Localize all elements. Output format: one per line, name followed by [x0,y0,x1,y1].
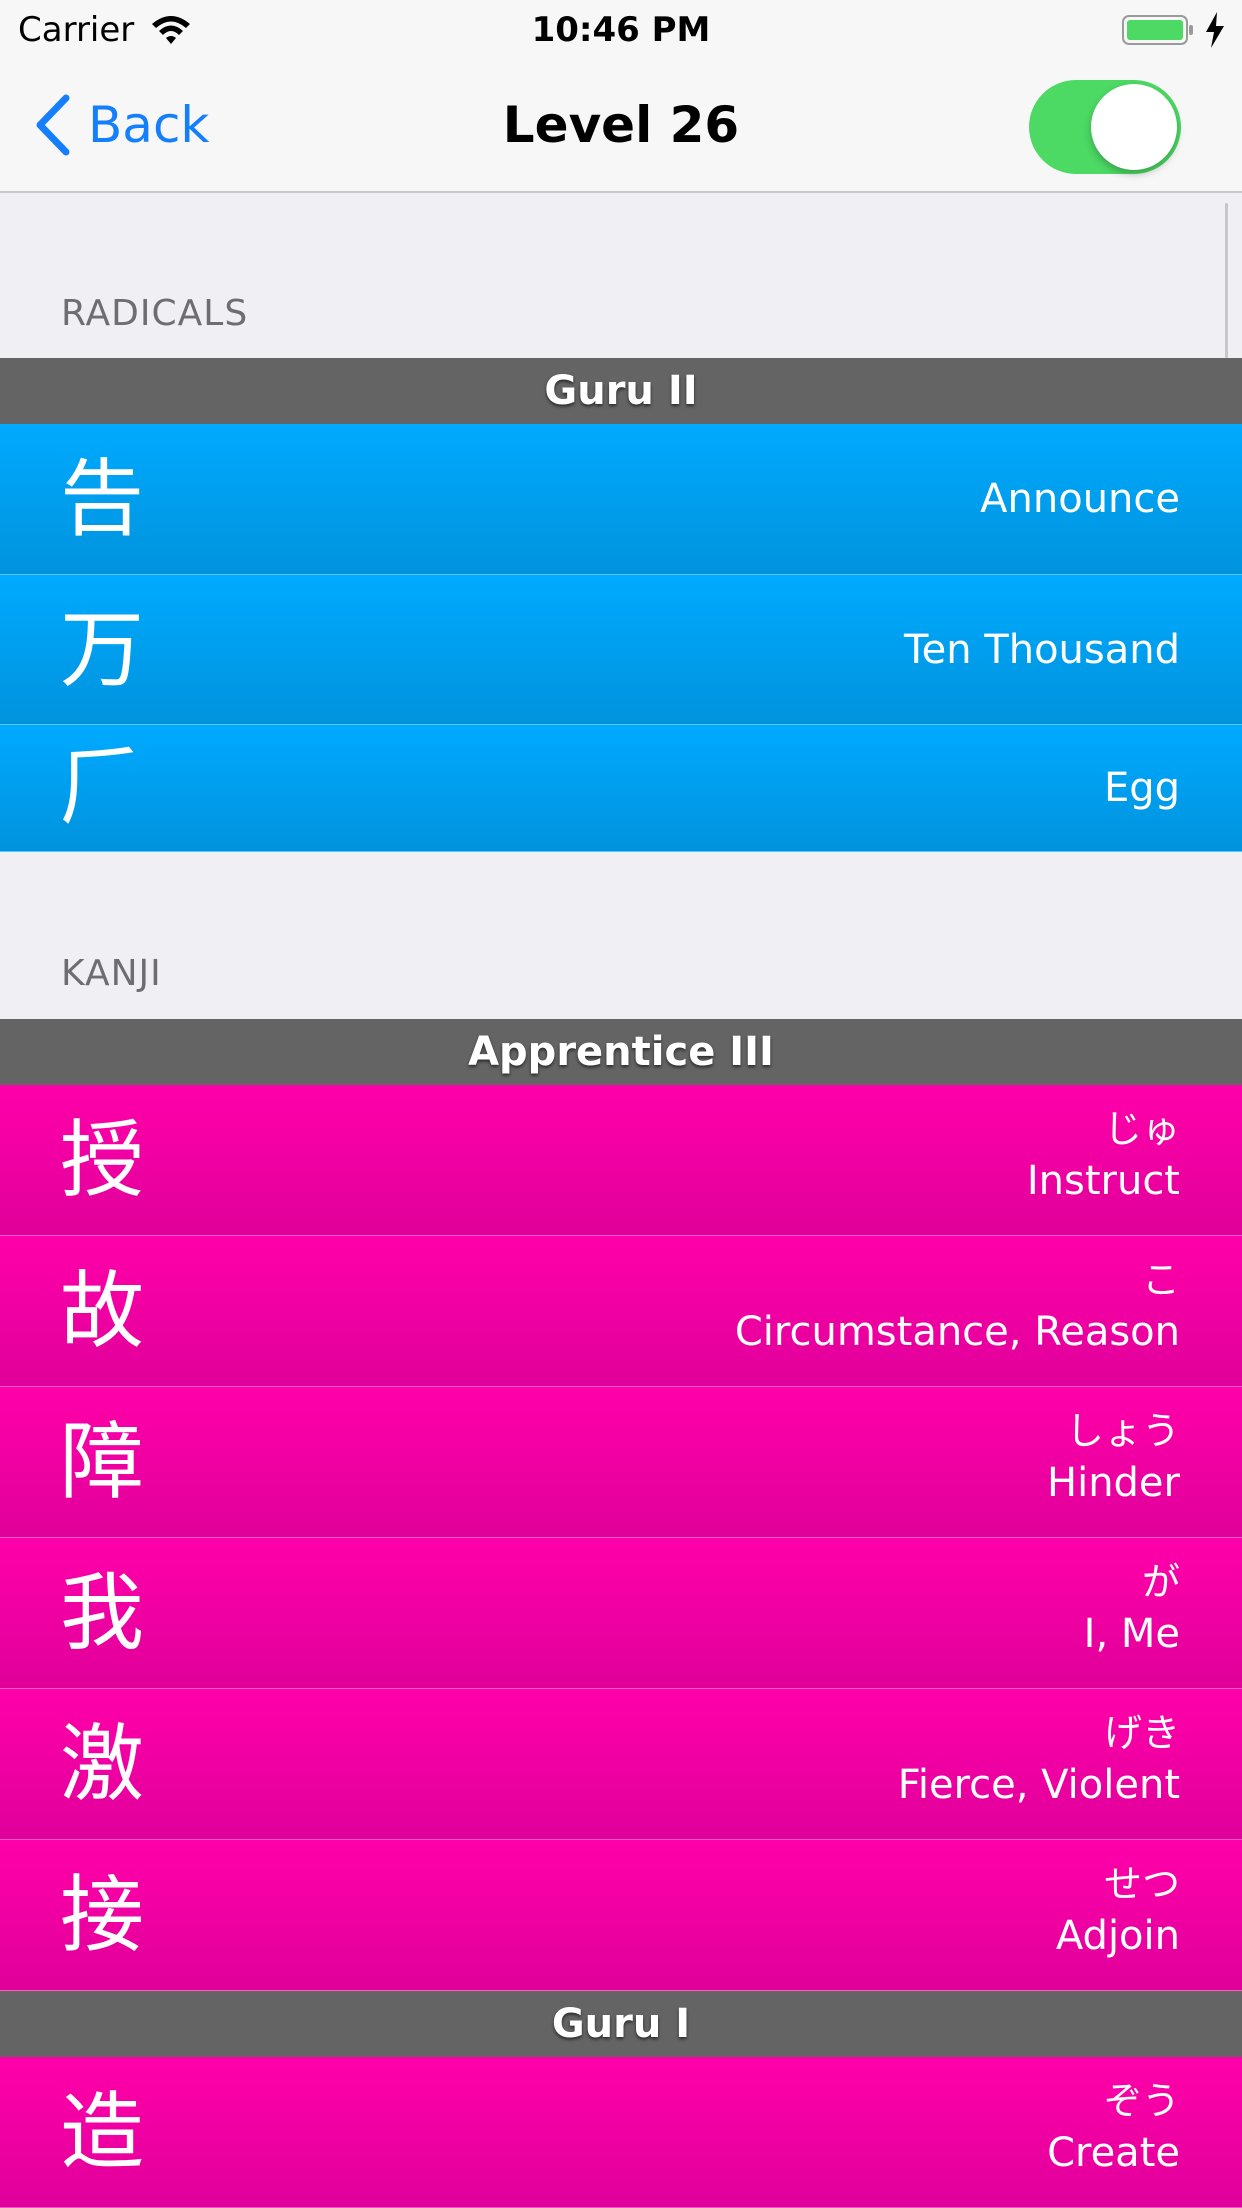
item-list[interactable]: RADICALS Guru II 告 Announce 万 Ten Thousa… [0,193,1242,2208]
kanji-character: 障 [60,1413,145,1511]
kanji-row[interactable]: 造 ぞう Create [0,2057,1242,2208]
kanji-character: 接 [60,1866,145,1964]
radical-meaning: Egg [1103,765,1180,811]
battery-icon [1122,15,1193,45]
section-header-radicals: RADICALS [61,293,249,334]
scroll-indicator [1225,203,1228,358]
back-label: Back [88,96,210,154]
radical-character: 万 [60,600,145,699]
kanji-row[interactable]: 我 が I, Me [0,1538,1242,1689]
kanji-reading: こ [1141,1258,1180,1302]
wifi-icon [152,16,190,44]
kanji-reading: しょう [1065,1409,1180,1453]
kanji-reading: げき [1103,1711,1180,1755]
kanji-meaning: Fierce, Violent [897,1762,1180,1808]
radical-row[interactable]: 告 Announce [0,424,1242,575]
radical-character: 告 [60,450,145,548]
radical-meaning: Ten Thousand [903,626,1180,673]
kanji-character: 故 [60,1262,145,1360]
kanji-reading: じゅ [1103,1107,1180,1151]
srs-header-kanji: Guru I [0,1991,1242,2057]
srs-header-radicals: Guru II [0,358,1242,424]
kanji-character: 授 [60,1111,145,1209]
radical-meaning: Announce [980,476,1180,522]
charging-bolt-icon [1206,12,1224,48]
kanji-row[interactable]: 激 げき Fierce, Violent [0,1689,1242,1840]
kanji-row[interactable]: 授 じゅ Instruct [0,1085,1242,1236]
kanji-row[interactable]: 故 こ Circumstance, Reason [0,1236,1242,1387]
back-button[interactable]: Back [34,90,209,160]
kanji-character: 激 [60,1715,145,1813]
kanji-character: 我 [60,1564,145,1662]
navigation-bar: Back Level 26 [0,60,1242,193]
kanji-character: 造 [60,2083,145,2181]
kanji-meaning: Hinder [1047,1460,1180,1506]
status-bar: Carrier 10:46 PM [0,0,1242,60]
radical-character: 𠂆 [60,739,145,837]
kanji-meaning: I, Me [1083,1611,1180,1657]
kanji-reading: ぞう [1103,2079,1180,2123]
kanji-meaning: Circumstance, Reason [734,1309,1180,1355]
kanji-row[interactable]: 障 しょう Hinder [0,1387,1242,1538]
carrier-label: Carrier [18,10,135,50]
radical-row[interactable]: 万 Ten Thousand [0,575,1242,725]
kanji-meaning: Create [1047,2130,1180,2176]
kanji-reading: が [1141,1560,1180,1604]
kanji-row[interactable]: 接 せつ Adjoin [0,1840,1242,1991]
srs-header-kanji: Apprentice III [0,1019,1242,1085]
kanji-meaning: Instruct [1026,1158,1180,1204]
show-toggle-switch[interactable] [1029,80,1181,174]
radical-row[interactable]: 𠂆 Egg [0,725,1242,852]
chevron-left-icon [36,94,70,156]
toggle-knob [1091,84,1177,170]
kanji-meaning: Adjoin [1055,1913,1180,1959]
kanji-reading: せつ [1103,1862,1180,1906]
section-header-kanji: KANJI [61,953,162,994]
